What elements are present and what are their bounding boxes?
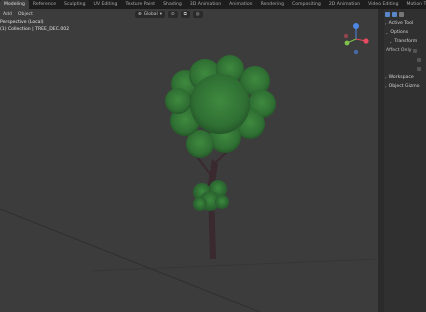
workspace-tab[interactable]: Video Editing	[364, 0, 402, 9]
affect-locations-checkbox[interactable]	[417, 57, 421, 62]
workspace-tab[interactable]: Texture Paint	[121, 0, 159, 9]
workspace-tab[interactable]: Rendering	[257, 0, 288, 9]
chevron-right-icon: ›	[385, 75, 387, 80]
affect-only-row: Affect Only	[384, 46, 426, 55]
transform-icon[interactable]	[385, 12, 390, 17]
workspace-tab[interactable]: UV Editing	[90, 0, 122, 9]
navigation-gizmo[interactable]	[342, 21, 370, 57]
workspace-tab[interactable]: 2D Animation	[325, 0, 364, 9]
transform-subsection[interactable]: ⌄ Transform	[384, 37, 426, 46]
affect-only-label: Affect Only	[386, 48, 412, 53]
workspace-tab[interactable]: Sculpting	[60, 0, 89, 9]
y-axis-icon[interactable]	[344, 40, 350, 46]
x-axis-icon[interactable]	[363, 38, 369, 44]
scale-icon[interactable]	[392, 12, 397, 17]
chevron-down-icon: ⌄	[389, 39, 393, 44]
transform-label: Transform	[394, 39, 418, 44]
options-label: Options	[390, 30, 409, 35]
workspace-tab[interactable]: Modeling	[0, 0, 29, 9]
workspace-tab[interactable]: Compositing	[288, 0, 325, 9]
tree-canopy	[165, 55, 276, 158]
affect-parents-checkbox[interactable]	[417, 66, 421, 71]
affect-origins-checkbox[interactable]	[413, 48, 418, 53]
workspace-tab[interactable]: Animation	[225, 0, 256, 9]
object-gizmo-section[interactable]: › Object Gizmo	[384, 82, 426, 91]
options-section[interactable]: ⌄ Options	[384, 28, 426, 37]
chevron-right-icon: ›	[385, 21, 387, 26]
3d-viewport[interactable]: Add Object ⊕ Global ▾ ⊙ ⧉ ◎ Perspective …	[0, 9, 378, 312]
tool-icons-row	[384, 9, 426, 19]
workspace-tab[interactable]: Motion Tracking	[403, 0, 426, 9]
affect-locations-row	[384, 55, 426, 64]
workspace-label: Workspace	[388, 75, 414, 80]
z-axis-icon[interactable]	[353, 23, 359, 29]
workspace-tab[interactable]: 3D Animation	[186, 0, 225, 9]
n-panel: › Active Tool ⌄ Options ⌄ Transform Affe…	[384, 9, 426, 312]
workspace-tabs-bar: Modeling Reference Sculpting UV Editing Text…	[0, 0, 426, 9]
origin-icon[interactable]	[399, 12, 404, 17]
active-tool-section[interactable]: › Active Tool	[384, 19, 426, 28]
workspace-tab[interactable]: Reference	[29, 0, 60, 9]
tree-lower-foliage	[193, 180, 229, 211]
chevron-down-icon: ⌄	[385, 30, 389, 35]
workspace-section[interactable]: › Workspace	[384, 73, 426, 82]
workspace-tab[interactable]: Shading	[159, 0, 186, 9]
chevron-right-icon: ›	[385, 84, 387, 89]
object-gizmo-label: Object Gizmo	[388, 84, 420, 89]
active-tool-label: Active Tool	[388, 21, 414, 26]
affect-parents-row	[384, 64, 426, 73]
tree-model	[165, 55, 276, 259]
